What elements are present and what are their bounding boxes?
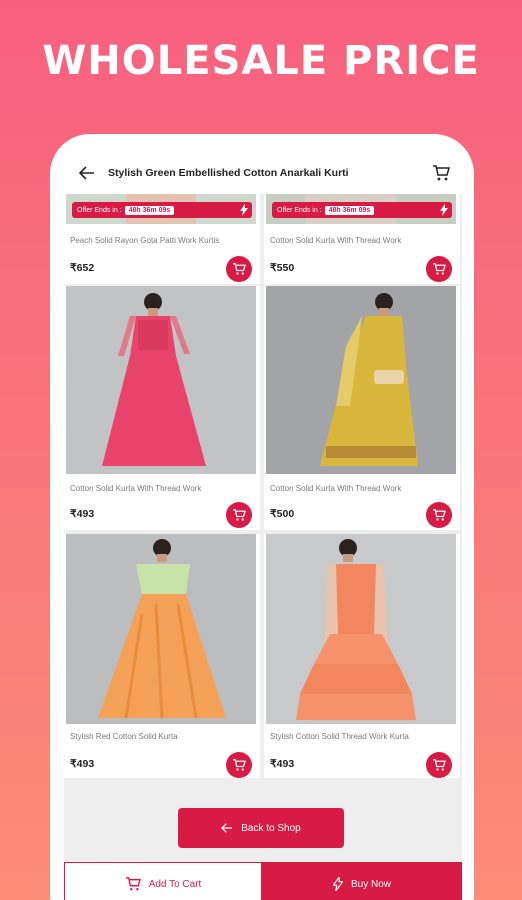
cart-icon xyxy=(233,509,246,521)
phone-side-button xyxy=(50,424,52,484)
cart-icon xyxy=(433,165,450,181)
cart-icon xyxy=(233,263,246,275)
offer-banner: Offer Ends in : 48h 36m 09s xyxy=(72,202,252,218)
phone-frame: Stylish Green Embellished Cotton Anarkal… xyxy=(50,134,474,900)
buy-now-button[interactable]: Buy Now xyxy=(262,862,462,900)
product-name: Cotton Solid Kurta With Thread Work xyxy=(270,236,402,245)
flash-icon xyxy=(240,204,248,216)
product-price: ₹493 xyxy=(70,758,95,770)
add-to-cart-icon-button[interactable] xyxy=(426,256,452,282)
headline: WHOLESALE PRICE xyxy=(42,38,480,84)
buy-now-label: Buy Now xyxy=(350,878,391,890)
product-card[interactable]: Cotton Solid Kurta With Thread Work ₹500 xyxy=(264,286,460,530)
product-name: Stylish Cotton Solid Thread Work Kurta xyxy=(270,732,409,741)
product-image xyxy=(266,534,456,724)
flash-icon xyxy=(332,877,343,891)
add-to-cart-icon-button[interactable] xyxy=(226,256,252,282)
product-name: Stylish Red Cotton Solid Kurta xyxy=(70,732,178,741)
cart-icon xyxy=(233,759,246,771)
offer-banner: Offer Ends in : 48h 36m 09s xyxy=(272,202,452,218)
product-price: ₹652 xyxy=(70,262,95,274)
product-card[interactable]: Offer Ends in : 48h 36m 09s Peach Solid … xyxy=(64,194,260,284)
product-price: ₹493 xyxy=(270,758,295,770)
add-to-cart-icon-button[interactable] xyxy=(226,752,252,778)
app-bar: Stylish Green Embellished Cotton Anarkal… xyxy=(50,134,474,194)
product-name: Cotton Solid Kurta With Thread Work xyxy=(270,484,402,493)
back-to-shop-label: Back to Shop xyxy=(241,822,301,834)
offer-timer: 48h 36m 09s xyxy=(324,205,375,215)
product-price: ₹493 xyxy=(70,508,95,520)
product-title: Stylish Green Embellished Cotton Anarkal… xyxy=(108,167,349,179)
offer-label: Offer Ends in : xyxy=(77,206,122,214)
add-to-cart-button[interactable]: Add To Cart xyxy=(64,862,262,900)
back-arrow-icon xyxy=(221,823,233,833)
cart-icon xyxy=(433,509,446,521)
product-card[interactable]: Stylish Red Cotton Solid Kurta ₹493 xyxy=(64,534,260,778)
add-to-cart-label: Add To Cart xyxy=(148,878,202,890)
offer-timer: 48h 36m 09s xyxy=(124,205,175,215)
product-image xyxy=(66,286,256,474)
cart-icon xyxy=(125,877,141,891)
back-arrow-icon xyxy=(79,166,94,180)
add-to-cart-icon-button[interactable] xyxy=(226,502,252,528)
cart-icon xyxy=(433,759,446,771)
product-price: ₹500 xyxy=(270,508,295,520)
product-card[interactable]: Stylish Cotton Solid Thread Work Kurta ₹… xyxy=(264,534,460,778)
flash-icon xyxy=(440,204,448,216)
add-to-cart-icon-button[interactable] xyxy=(426,752,452,778)
product-name: Peach Solid Rayon Gota Patti Work Kurtis xyxy=(70,236,220,245)
product-image xyxy=(66,534,256,724)
product-price: ₹550 xyxy=(270,262,295,274)
offer-label: Offer Ends in : xyxy=(277,206,322,214)
back-to-shop-button[interactable]: Back to Shop xyxy=(178,808,344,848)
cart-icon xyxy=(433,263,446,275)
product-name: Cotton Solid Kurta With Thread Work xyxy=(70,484,202,493)
product-card[interactable]: Cotton Solid Kurta With Thread Work ₹493 xyxy=(64,286,260,530)
back-button[interactable] xyxy=(72,158,102,188)
cart-button[interactable] xyxy=(426,158,456,188)
product-grid-screen: Offer Ends in : 48h 36m 09s Peach Solid … xyxy=(64,194,462,900)
product-card[interactable]: Offer Ends in : 48h 36m 09s Cotton Solid… xyxy=(264,194,460,284)
add-to-cart-icon-button[interactable] xyxy=(426,502,452,528)
bottom-action-bar: Add To Cart Buy Now xyxy=(64,862,462,900)
product-image xyxy=(266,286,456,474)
